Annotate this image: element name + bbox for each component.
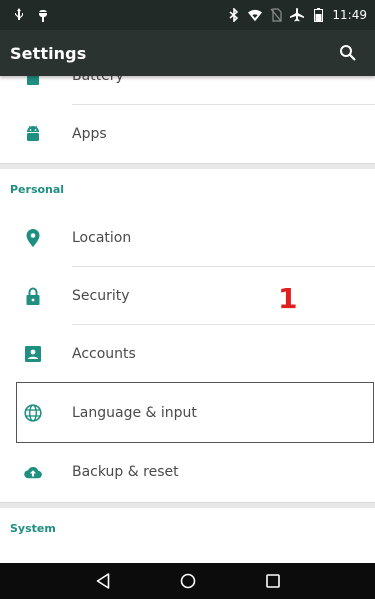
account-card-icon [24, 345, 42, 363]
nav-bar [0, 563, 375, 599]
settings-item-label: Security [72, 288, 130, 304]
step-annotation: 1 [278, 282, 298, 315]
settings-list: Battery Apps Personal Location Security … [0, 76, 375, 563]
bluetooth-icon [227, 8, 241, 22]
back-icon[interactable] [91, 569, 115, 593]
cloud-upload-icon [24, 463, 42, 481]
settings-item-accounts[interactable]: Accounts [0, 325, 375, 383]
settings-item-battery[interactable]: Battery [0, 76, 375, 105]
android-icon [24, 125, 42, 143]
settings-item-backup-reset[interactable]: Backup & reset [0, 443, 375, 501]
settings-item-label: Accounts [72, 346, 136, 362]
lock-icon [24, 287, 42, 305]
settings-item-location[interactable]: Location [0, 209, 375, 267]
wifi-icon [248, 8, 263, 22]
section-separator [0, 502, 375, 508]
home-icon[interactable] [176, 569, 200, 593]
battery-icon [311, 8, 325, 22]
status-time: 11:49 [332, 8, 367, 22]
settings-item-label: Location [72, 230, 132, 246]
usb-icon [12, 8, 26, 22]
no-sim-icon [269, 8, 283, 22]
android-debug-icon [36, 8, 50, 22]
settings-item-apps[interactable]: Apps [0, 105, 375, 163]
page-title: Settings [10, 43, 87, 63]
airplane-mode-icon [290, 8, 305, 22]
settings-item-label: Battery [72, 76, 124, 84]
section-header-personal: Personal [10, 183, 65, 196]
settings-item-security[interactable]: Security [0, 267, 375, 325]
battery-icon [24, 76, 42, 85]
location-pin-icon [24, 229, 42, 247]
section-header-system: System [10, 522, 56, 535]
status-right: 11:49 [227, 8, 367, 22]
search-icon[interactable] [335, 40, 361, 66]
section-separator [0, 163, 375, 169]
action-bar: Settings [0, 30, 375, 76]
status-left [12, 8, 50, 22]
settings-item-label: Backup & reset [72, 464, 179, 480]
recents-icon[interactable] [261, 569, 285, 593]
status-bar: 11:49 [0, 0, 375, 30]
highlight-box [16, 382, 374, 443]
settings-item-label: Apps [72, 126, 107, 142]
